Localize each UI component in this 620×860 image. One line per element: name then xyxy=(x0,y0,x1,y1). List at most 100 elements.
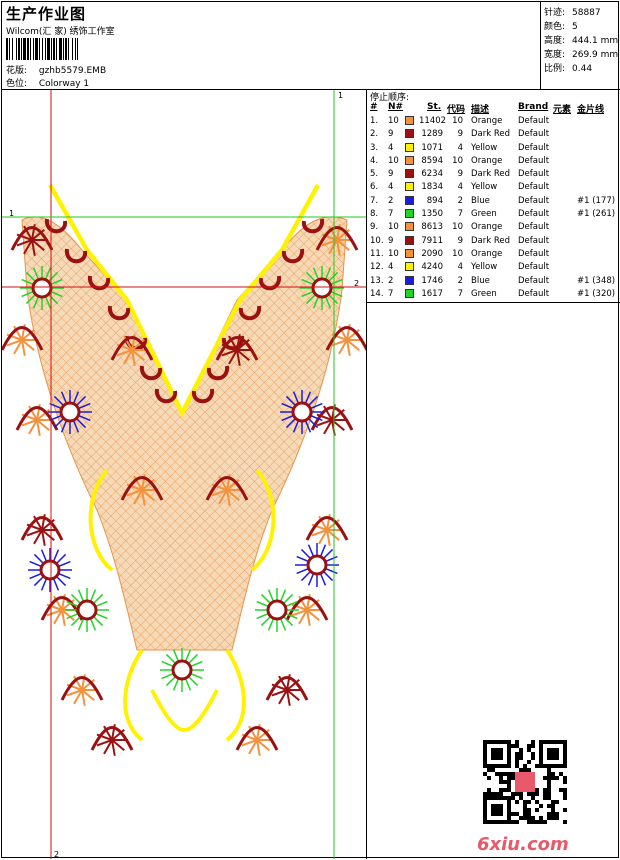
qr-module xyxy=(563,752,567,756)
qr-module xyxy=(519,768,523,772)
row-sequin: #1 (320) xyxy=(577,288,616,299)
row-code: 2 xyxy=(457,195,463,206)
flower-center xyxy=(31,277,53,299)
qr-module xyxy=(531,744,535,748)
row-index: 11. xyxy=(370,248,384,259)
table-row: 12. 4 4240 4 Yellow Default xyxy=(367,262,620,275)
row-brand: Default xyxy=(518,209,550,220)
barcode-bar xyxy=(78,38,80,60)
embroidery-preview[interactable]: 1 2 1 2 xyxy=(2,90,367,859)
row-sequin: #1 (177) xyxy=(577,195,616,206)
qr-module xyxy=(495,820,499,824)
qr-module xyxy=(515,800,519,804)
qr-module xyxy=(483,808,487,812)
qr-module xyxy=(499,796,503,800)
qr-module xyxy=(483,756,487,760)
row-index: 2. xyxy=(370,129,379,140)
qr-module xyxy=(535,792,539,796)
color-swatch xyxy=(405,248,414,258)
row-needle: 2 xyxy=(388,275,394,286)
qr-module xyxy=(539,820,543,824)
qr-module xyxy=(507,760,511,764)
qr-module xyxy=(507,820,511,824)
row-code: 7 xyxy=(457,288,463,299)
row-code: 4 xyxy=(457,182,463,193)
qr-module xyxy=(483,748,487,752)
colorway-value: Colorway 1 xyxy=(38,79,90,89)
col-stitches: St. xyxy=(427,102,442,112)
qr-module xyxy=(499,748,503,752)
qr-module xyxy=(499,820,503,824)
qr-module xyxy=(563,792,567,796)
stat-colors: 颜色: 5 xyxy=(544,19,578,32)
qr-module xyxy=(531,740,535,744)
qr-module xyxy=(507,816,511,820)
qr-module xyxy=(483,744,487,748)
guide-label-top: 1 xyxy=(338,91,343,100)
qr-module xyxy=(547,780,551,784)
qr-code-icon xyxy=(483,740,567,824)
flower-center xyxy=(39,559,61,581)
qr-module xyxy=(559,764,563,768)
qr-module xyxy=(535,808,539,812)
row-description: Yellow xyxy=(471,182,498,193)
qr-module xyxy=(551,800,555,804)
qr-module xyxy=(523,764,527,768)
qr-module xyxy=(499,740,503,744)
qr-module xyxy=(511,796,515,800)
qr-module xyxy=(555,740,559,744)
qr-module xyxy=(507,784,511,788)
qr-module xyxy=(515,744,519,748)
qr-module xyxy=(511,744,515,748)
qr-module xyxy=(559,740,563,744)
qr-module xyxy=(495,804,499,808)
table-row: 8. 7 1350 7 Green Default #1 (261) xyxy=(367,209,620,222)
row-index: 10. xyxy=(370,235,384,246)
pattern-row: 花版: gzhb5579.EMB xyxy=(6,63,106,76)
qr-module xyxy=(547,768,551,772)
qr-module xyxy=(547,772,551,776)
row-needle: 9 xyxy=(388,129,394,140)
row-needle: 7 xyxy=(388,209,394,220)
qr-module xyxy=(519,816,523,820)
qr-module xyxy=(527,768,531,772)
qr-module xyxy=(527,820,531,824)
row-description: Blue xyxy=(471,275,490,286)
col-code: 代码 xyxy=(447,105,466,115)
row-brand: Default xyxy=(518,222,550,233)
stat-scale-value: 0.44 xyxy=(572,64,593,74)
qr-module xyxy=(543,796,547,800)
qr-module xyxy=(491,820,495,824)
qr-module xyxy=(483,820,487,824)
col-needle: N# xyxy=(388,102,404,112)
qr-module xyxy=(531,752,535,756)
row-code: 10 xyxy=(452,248,463,259)
qr-module xyxy=(499,780,503,784)
row-stitches: 1617 xyxy=(421,288,443,299)
qr-module xyxy=(563,740,567,744)
color-swatch xyxy=(405,129,414,139)
table-row: 9. 10 8613 10 Orange Default xyxy=(367,222,620,235)
qr-module xyxy=(503,820,507,824)
color-swatch xyxy=(405,288,414,298)
color-swatch xyxy=(405,116,414,125)
flower-center xyxy=(76,599,98,621)
qr-module xyxy=(495,812,499,816)
row-index: 8. xyxy=(370,209,379,220)
qr-module xyxy=(499,772,503,776)
row-stitches: 6234 xyxy=(421,169,443,180)
row-stitches: 8613 xyxy=(421,222,443,233)
qr-module xyxy=(551,740,555,744)
qr-module xyxy=(555,764,559,768)
table-row: 6. 4 1834 4 Yellow Default xyxy=(367,182,620,195)
row-needle: 2 xyxy=(388,195,394,206)
row-stitches: 8594 xyxy=(421,155,443,166)
qr-module xyxy=(563,744,567,748)
qr-module xyxy=(503,772,507,776)
qr-module xyxy=(507,744,511,748)
qr-module xyxy=(523,768,527,772)
stat-height-value: 444.1 mm xyxy=(572,36,619,46)
qr-module xyxy=(503,796,507,800)
qr-module xyxy=(495,740,499,744)
qr-module xyxy=(535,800,539,804)
